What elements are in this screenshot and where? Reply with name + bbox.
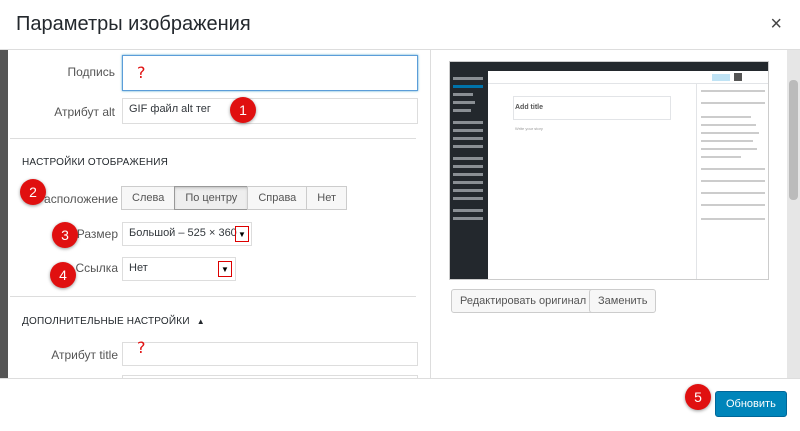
chevron-up-icon: ▲ (196, 317, 205, 326)
align-right-button[interactable]: Справа (247, 186, 308, 210)
replace-button[interactable]: Заменить (589, 289, 657, 313)
preview-menu-item (453, 121, 483, 124)
advanced-settings-heading: Дополнительные настройки (22, 316, 190, 327)
question-mark: ? (137, 338, 146, 357)
close-icon[interactable]: × (770, 14, 782, 34)
preview-menu-item (453, 85, 483, 88)
annotation-badge-4: 4 (50, 262, 76, 288)
scrollbar-thumb[interactable] (789, 80, 798, 200)
preview-row (701, 132, 759, 134)
preview-menu-item (453, 217, 483, 220)
preview-row (701, 218, 765, 220)
preview-settings-icon (734, 73, 742, 81)
preview-row (701, 116, 751, 118)
advanced-settings-toggle[interactable]: Дополнительные настройки ▲ (22, 316, 205, 327)
update-button[interactable]: Обновить (715, 391, 787, 417)
alt-value: GIF файл alt тег (129, 103, 211, 115)
link-select[interactable]: Нет ▼ (122, 257, 236, 281)
align-left-button[interactable]: Слева (121, 186, 176, 210)
display-settings-heading: Настройки отображения (22, 157, 169, 168)
annotation-badge-5: 5 (685, 384, 711, 410)
preview-menu-item (453, 145, 483, 148)
image-details-dialog: Параметры изображения × Подпись Атрибут … (0, 0, 800, 431)
size-select[interactable]: Большой – 525 × 360 ▼ (122, 222, 252, 246)
align-none-button[interactable]: Нет (306, 186, 348, 210)
question-mark: ? (137, 63, 146, 82)
preview-row (701, 192, 765, 194)
caption-label: Подпись (67, 65, 116, 79)
divider (10, 138, 416, 139)
preview-menu-item (453, 165, 483, 168)
preview-settings-panel (696, 84, 768, 279)
preview-row (701, 168, 765, 170)
dialog-scrollbar[interactable] (787, 50, 800, 378)
preview-toolbar (488, 71, 768, 84)
alt-text-field[interactable]: GIF файл alt тег (122, 98, 418, 124)
preview-publish-button (712, 74, 730, 81)
preview-title: Add title (515, 104, 543, 111)
preview-row (701, 148, 757, 150)
preview-menu-item (453, 209, 483, 212)
preview-menu-item (453, 93, 473, 96)
annotation-badge-2: 2 (20, 179, 46, 205)
left-gutter (0, 50, 8, 378)
align-button-group: Слева По центру Справа Нет (121, 186, 348, 210)
preview-row (701, 90, 765, 92)
preview-menu-item (453, 77, 483, 80)
preview-menu-item (453, 101, 475, 104)
preview-row (701, 180, 765, 182)
dialog-title: Параметры изображения (16, 13, 251, 35)
image-preview: Add title Write your story (449, 61, 769, 280)
preview-menu-item (453, 197, 483, 200)
preview-menu-item (453, 189, 483, 192)
caption-field[interactable] (122, 55, 418, 91)
alt-label: Атрибут alt (54, 105, 115, 119)
preview-row (701, 140, 753, 142)
dialog-header: Параметры изображения × (0, 0, 800, 50)
annotation-badge-3: 3 (52, 222, 78, 248)
preview-menu-item (453, 137, 483, 140)
preview-editor-canvas: Add title Write your story (488, 84, 696, 279)
preview-admin-bar (450, 62, 768, 71)
chevron-down-icon[interactable]: ▼ (235, 226, 249, 242)
divider (10, 296, 416, 297)
preview-row (701, 156, 741, 158)
align-center-button[interactable]: По центру (174, 186, 249, 210)
title-attr-label: Атрибут title (51, 348, 118, 362)
preview-sidebar (450, 71, 488, 279)
preview-menu-item (453, 129, 483, 132)
chevron-down-icon[interactable]: ▼ (218, 261, 232, 277)
edit-original-button[interactable]: Редактировать оригинал (451, 289, 596, 313)
preview-menu-item (453, 157, 483, 160)
title-attr-field[interactable] (122, 342, 418, 366)
preview-row (701, 204, 765, 206)
preview-menu-item (453, 173, 483, 176)
preview-row (701, 124, 756, 126)
preview-menu-item (453, 181, 483, 184)
preview-body: Write your story (515, 126, 543, 131)
dialog-footer: Обновить 5 (0, 378, 800, 431)
link-value: Нет (129, 262, 148, 274)
size-value: Большой – 525 × 360 (129, 227, 237, 239)
preview-row (701, 102, 765, 104)
settings-pane: Подпись Атрибут alt GIF файл alt тег Нас… (0, 50, 430, 378)
preview-menu-item (453, 109, 471, 112)
annotation-badge-1: 1 (230, 97, 256, 123)
